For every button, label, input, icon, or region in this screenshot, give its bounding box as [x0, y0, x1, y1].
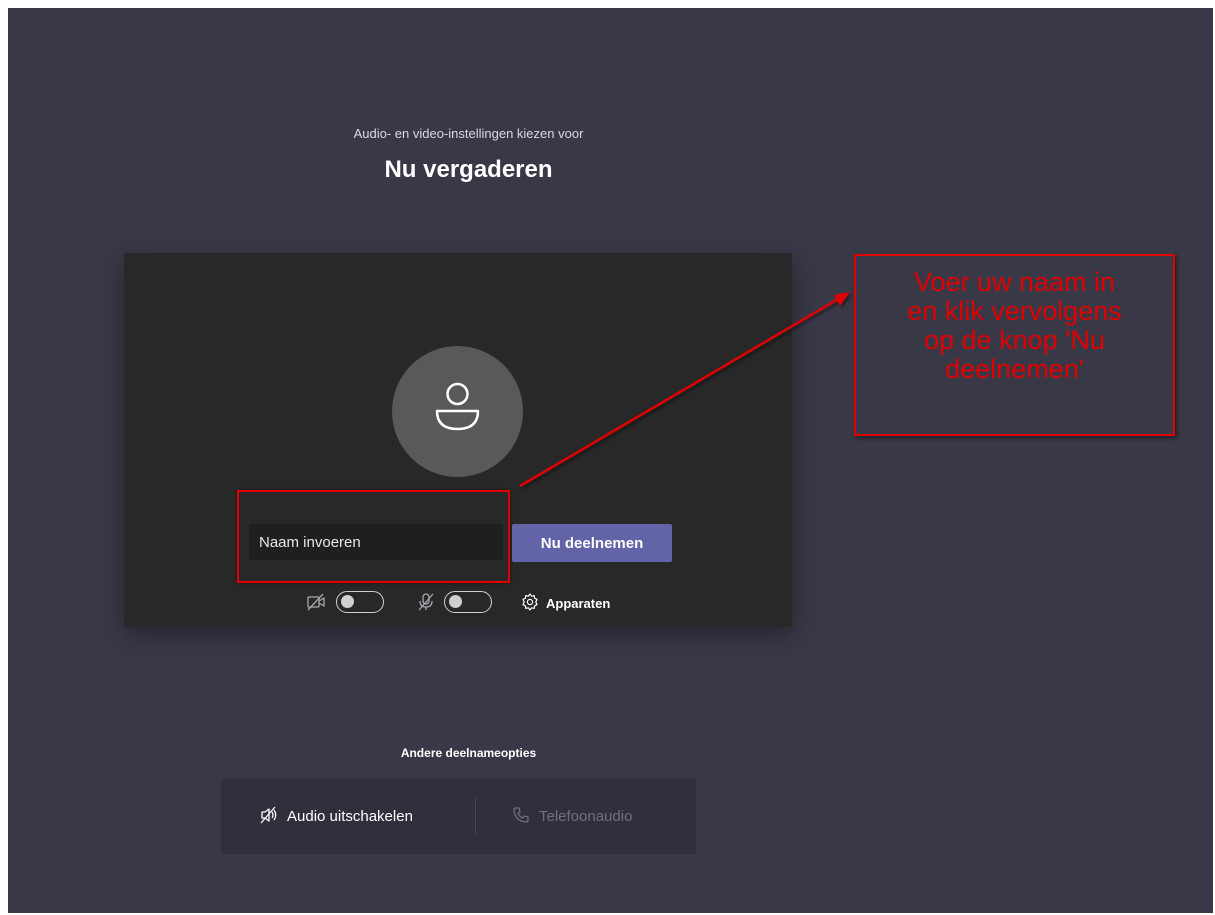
other-options-panel: Audio uitschakelen Telefoonaudio [221, 779, 696, 854]
devices-button[interactable]: Apparaten [520, 592, 610, 614]
gear-icon [520, 592, 540, 615]
audio-off-option[interactable]: Audio uitschakelen [259, 779, 413, 854]
camera-off-icon [306, 592, 326, 617]
name-highlight-box [237, 490, 510, 583]
callout-line: op de knop 'Nu [924, 325, 1105, 355]
device-controls: Apparaten [124, 588, 792, 618]
options-divider [475, 798, 476, 834]
callout-line: deelnemen' [945, 354, 1084, 384]
devices-label: Apparaten [546, 595, 611, 611]
phone-icon [511, 805, 531, 829]
mic-off-icon [416, 592, 436, 617]
join-now-button[interactable]: Nu deelnemen [512, 524, 672, 562]
camera-toggle-knob [341, 595, 354, 608]
mic-toggle-knob [449, 595, 462, 608]
speaker-off-icon [259, 805, 279, 829]
mic-toggle[interactable] [444, 591, 492, 613]
callout-line: Voer uw naam in [913, 267, 1116, 297]
page-title: Nu vergaderen [384, 156, 553, 183]
phone-audio-option[interactable]: Telefoonaudio [511, 779, 632, 854]
instruction-callout: Voer uw naam in en klik vervolgens op de… [854, 254, 1175, 436]
phone-audio-label: Telefoonaudio [539, 808, 633, 825]
callout-line: en klik vervolgens [907, 296, 1122, 326]
page-subtitle: Audio- en video-instellingen kiezen voor [353, 126, 584, 141]
camera-toggle[interactable] [336, 591, 384, 613]
person-icon [435, 382, 480, 431]
audio-off-label: Audio uitschakelen [287, 808, 413, 825]
meeting-prejoin-screen: Audio- en video-instellingen kiezen voor… [8, 8, 1213, 913]
other-options-heading: Andere deelnameopties [400, 746, 537, 760]
avatar [392, 346, 523, 477]
